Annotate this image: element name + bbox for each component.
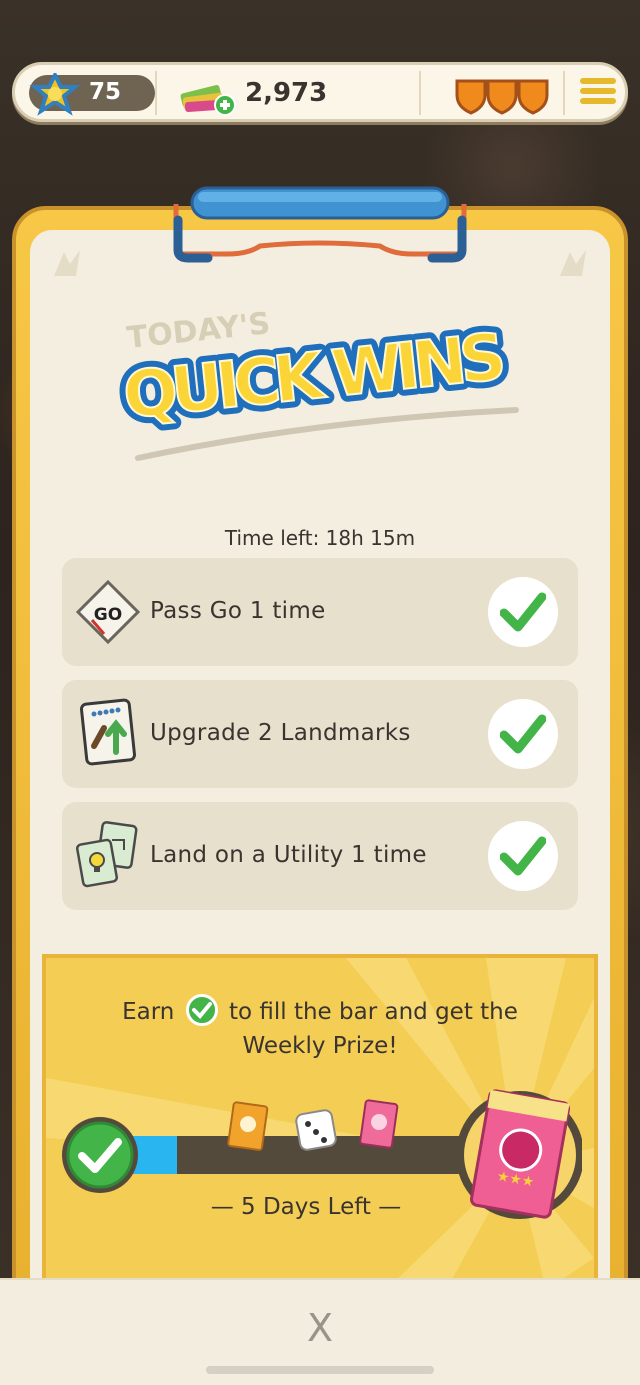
task-complete-badge xyxy=(488,577,558,647)
task-complete-badge xyxy=(488,699,558,769)
shield-icon xyxy=(455,79,487,115)
corner-ornament-icon xyxy=(560,250,586,276)
checkmark-icon xyxy=(500,714,546,754)
divider xyxy=(155,71,157,115)
bottom-bar: X xyxy=(0,1278,640,1385)
weekly-prize-pack-icon: ★★★ xyxy=(456,1089,582,1219)
quick-wins-logo: TODAY'S QUICK WINS QUICK WINS xyxy=(118,306,519,461)
progress-start-check-icon xyxy=(62,1117,138,1193)
shield-icon xyxy=(486,79,518,115)
task-row: GO Pass Go 1 time xyxy=(62,558,578,666)
cash-amount: 2,973 xyxy=(245,78,328,108)
shield-icon xyxy=(517,79,549,115)
days-left-label: — 5 Days Left — xyxy=(210,1194,402,1220)
svg-text:GO: GO xyxy=(94,605,122,625)
top-status-bar: 75 2,973 xyxy=(12,62,628,122)
prize-text-after: to fill the bar and get the xyxy=(228,999,518,1025)
milestone-pack-orange-icon xyxy=(227,1101,269,1151)
home-indicator[interactable] xyxy=(206,1366,434,1374)
level-star-icon xyxy=(29,73,81,116)
close-button[interactable]: X xyxy=(300,1308,340,1348)
time-left-label: Time left: 18h 15m xyxy=(224,526,416,550)
level-number: 75 xyxy=(89,79,122,105)
checkmark-icon xyxy=(500,836,546,876)
task-label: Pass Go 1 time xyxy=(150,598,326,624)
divider xyxy=(563,71,565,115)
divider xyxy=(419,71,421,115)
milestone-dice-icon xyxy=(295,1109,337,1151)
task-row: Upgrade 2 Landmarks xyxy=(62,680,578,788)
task-complete-badge xyxy=(488,821,558,891)
check-token-icon xyxy=(185,994,218,1026)
go-tile-icon: GO xyxy=(76,579,140,645)
task-row: Land on a Utility 1 time xyxy=(62,802,578,910)
prize-text-before: Earn xyxy=(122,999,175,1025)
milestone-pack-pink-icon xyxy=(359,1099,399,1149)
clipboard-clip-icon xyxy=(173,186,467,263)
corner-ornament-icon xyxy=(54,250,80,276)
cash-stack-icon[interactable] xyxy=(177,73,239,117)
weekly-prize-panel: Earn to fill the bar and get the Weekly … xyxy=(42,954,598,1294)
task-label: Land on a Utility 1 time xyxy=(150,842,427,868)
prize-text-line2: Weekly Prize! xyxy=(242,1033,398,1059)
shields-indicator[interactable] xyxy=(451,75,555,115)
task-label: Upgrade 2 Landmarks xyxy=(150,720,411,746)
hamburger-menu-icon[interactable] xyxy=(580,78,616,108)
landmark-upgrade-icon xyxy=(79,698,137,766)
utility-cards-icon xyxy=(76,821,138,888)
checkmark-icon xyxy=(500,592,546,632)
prize-instructions: Earn to fill the bar and get the Weekly … xyxy=(46,994,594,1063)
